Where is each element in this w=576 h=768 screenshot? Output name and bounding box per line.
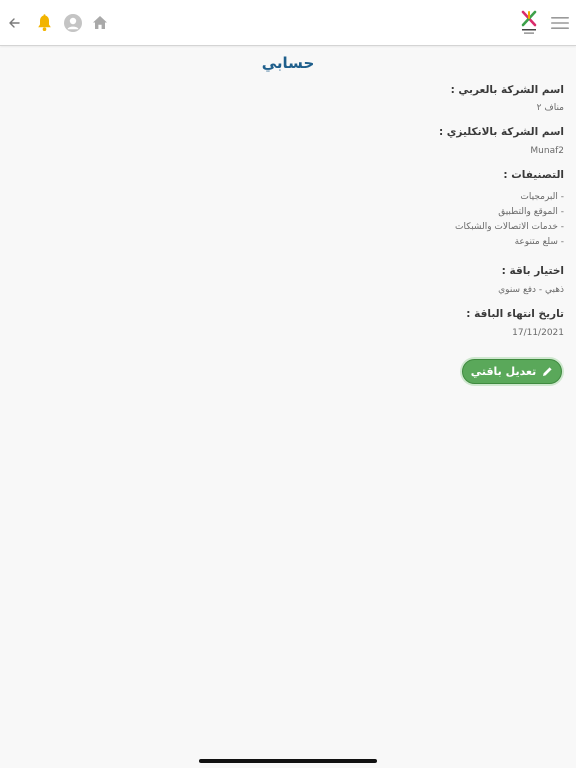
page-title: حسابي <box>261 54 315 72</box>
home-icon <box>93 16 107 29</box>
package-value: ذهبي - دفع سنوي <box>498 285 564 295</box>
package-label: اختيار باقة : <box>501 265 564 277</box>
app-logo-icon <box>521 10 537 34</box>
company-en-label: اسم الشركة بالانكليزي : <box>438 126 564 138</box>
edit-package-button[interactable]: تعديل باقتي <box>462 359 562 384</box>
edit-package-label: تعديل باقتي <box>470 365 537 378</box>
hamburger-menu-icon <box>551 16 569 29</box>
arrow-left-icon <box>9 17 20 28</box>
profile-button[interactable] <box>63 0 83 45</box>
categories-section: التصنيفات : - البرمجيات - الموقع والتطبي… <box>164 168 564 250</box>
avatar-icon <box>64 13 82 32</box>
bell-icon <box>37 13 51 31</box>
package-section: اختيار باقة : ذهبي - دفع سنوي <box>164 264 564 296</box>
company-ar-section: اسم الشركة بالعربي : مناف ٢ <box>164 83 564 114</box>
back-button[interactable] <box>4 0 24 45</box>
top-bar <box>0 0 576 46</box>
expiry-label: تاريخ انتهاء الباقة : <box>466 308 564 320</box>
list-item: - البرمجيات <box>520 192 564 202</box>
app-logo[interactable] <box>518 0 540 45</box>
company-ar-value: مناف ٢ <box>536 103 564 113</box>
notifications-button[interactable] <box>33 0 55 45</box>
categories-list: - البرمجيات - الموقع والتطبيق - خدمات ال… <box>164 190 564 250</box>
company-en-value: Munaf2 <box>530 146 564 156</box>
company-en-section: اسم الشركة بالانكليزي : Munaf2 <box>164 125 564 157</box>
list-item: - سلع متنوعة <box>514 237 564 247</box>
expiry-section: تاريخ انتهاء الباقة : 17/11/2021 <box>164 307 564 339</box>
list-item: - خدمات الاتصالات والشبكات <box>455 222 564 232</box>
list-item: - الموقع والتطبيق <box>498 207 564 217</box>
pencil-icon <box>542 366 553 377</box>
home-indicator <box>199 759 377 763</box>
account-page: حسابي اسم الشركة بالعربي : مناف ٢ اسم ال… <box>0 0 576 768</box>
menu-button[interactable] <box>549 0 571 45</box>
expiry-value: 17/11/2021 <box>512 328 564 338</box>
home-button[interactable] <box>90 0 110 45</box>
categories-label: التصنيفات : <box>503 169 564 181</box>
company-ar-label: اسم الشركة بالعربي : <box>450 84 564 96</box>
